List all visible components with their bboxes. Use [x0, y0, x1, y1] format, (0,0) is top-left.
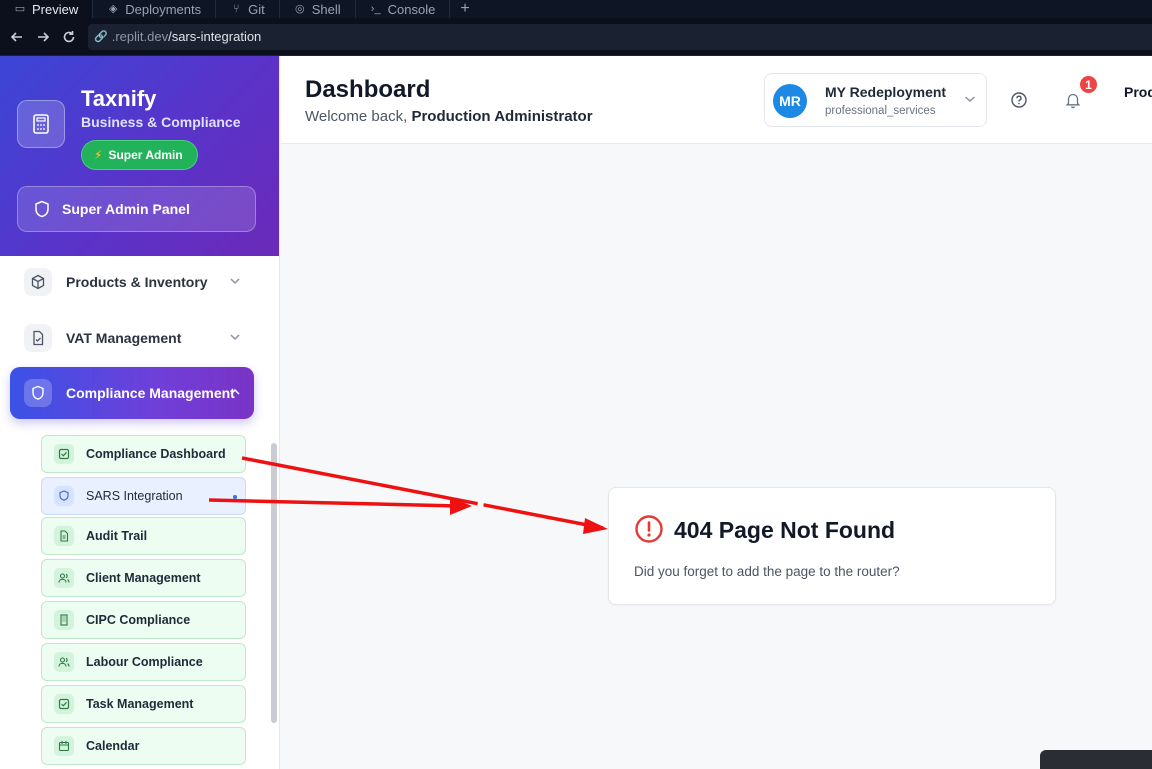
chevron-up-icon — [230, 385, 240, 399]
building-icon — [54, 610, 74, 630]
not-found-message: Did you forget to add the page to the ro… — [634, 564, 900, 579]
subitem-label: Calendar — [86, 739, 140, 753]
corner-widget[interactable] — [1040, 750, 1152, 769]
subitem-label: Task Management — [86, 697, 194, 711]
sidebar-item-label: Products & Inventory — [66, 274, 208, 290]
page-header: Dashboard Welcome back, Production Admin… — [281, 56, 1152, 144]
sidebar-item-label: VAT Management — [66, 330, 182, 346]
file-check-icon — [24, 324, 52, 352]
calculator-icon — [17, 100, 65, 148]
link-icon: 🔗 — [94, 31, 108, 43]
app-viewport: Taxnify Business & Compliance ⚡ Super Ad… — [0, 56, 1152, 769]
tab-console[interactable]: ›_ Console — [356, 0, 451, 18]
tab-label: Shell — [311, 1, 341, 17]
subitem-label: Compliance Dashboard — [86, 447, 226, 461]
url-host: .replit.dev — [111, 29, 169, 44]
tab-label: Git — [248, 1, 265, 17]
welcome-prefix: Welcome back, — [305, 108, 412, 125]
git-icon: ⑂ — [232, 3, 240, 15]
reload-button[interactable] — [56, 24, 82, 50]
console-icon: ›_ — [370, 3, 381, 15]
sidebar-subitem-calendar[interactable]: Calendar — [41, 727, 246, 765]
users-icon — [54, 568, 74, 588]
subitem-label: Client Management — [86, 571, 201, 585]
panel-button-label: Super Admin Panel — [62, 201, 190, 217]
url-path: /sars-integration — [168, 29, 262, 44]
subitem-label: CIPC Compliance — [86, 613, 191, 627]
company-type: professional_services — [825, 105, 936, 117]
sidebar-item-compliance-management[interactable]: Compliance Management — [10, 367, 254, 419]
company-name: MY Redeployment — [825, 84, 947, 100]
shield-icon — [35, 200, 49, 218]
arrow-right-icon — [38, 31, 50, 42]
tab-label: Deployments — [125, 1, 202, 17]
super-admin-badge: ⚡ Super Admin — [81, 140, 198, 170]
chevron-down-icon — [230, 330, 240, 344]
sidebar-subitem-cipc-compliance[interactable]: CIPC Compliance — [41, 601, 246, 639]
not-found-card: 404 Page Not Found Did you forget to add… — [608, 487, 1056, 605]
active-indicator-dot — [233, 495, 237, 499]
welcome-user-name: Production Administrator — [411, 108, 593, 125]
back-button[interactable] — [4, 24, 30, 50]
address-bar: 🔗 .replit.dev/sars-integration — [0, 18, 1152, 56]
package-icon — [24, 268, 52, 296]
subitem-label: SARS Integration — [86, 489, 183, 503]
ide-tab-bar: ▭ Preview ◈ Deployments ⑂ Git ◎ Shell ›_… — [0, 0, 1152, 18]
sidebar-subitem-labour-compliance[interactable]: Labour Compliance — [41, 643, 246, 681]
shell-icon: ◎ — [294, 3, 305, 15]
checkbox-icon — [54, 444, 74, 464]
sidebar-subitem-task-management[interactable]: Task Management — [41, 685, 246, 723]
sidebar-subitem-client-management[interactable]: Client Management — [41, 559, 246, 597]
tab-label: Preview — [32, 1, 79, 17]
url-field[interactable]: 🔗 .replit.dev/sars-integration — [88, 23, 1152, 50]
alert-circle-icon — [635, 515, 663, 543]
sidebar-subitem-compliance-dashboard[interactable]: Compliance Dashboard — [41, 435, 246, 473]
tab-preview[interactable]: ▭ Preview — [0, 0, 94, 18]
document-icon — [54, 526, 74, 546]
arrow-left-icon — [10, 31, 22, 42]
tab-label: Console — [387, 1, 436, 17]
badge-label: Super Admin — [108, 148, 183, 162]
notification-count-badge: 1 — [1078, 74, 1099, 95]
sidebar-subitem-audit-trail[interactable]: Audit Trail — [41, 517, 246, 555]
shield-icon — [24, 379, 52, 407]
tab-shell[interactable]: ◎ Shell — [280, 0, 356, 18]
shield-icon — [54, 486, 74, 506]
user-menu[interactable]: Prod — [1124, 84, 1152, 100]
checkbox-icon — [54, 694, 74, 714]
company-avatar: MR — [773, 84, 807, 118]
bell-icon[interactable] — [1064, 91, 1082, 109]
users-icon — [54, 652, 74, 672]
tab-git[interactable]: ⑂ Git — [216, 0, 280, 18]
super-admin-panel-button[interactable]: Super Admin Panel — [17, 186, 256, 232]
sidebar-scrollbar[interactable] — [271, 443, 277, 723]
chevron-down-icon — [964, 92, 976, 106]
sidebar-item-vat-management[interactable]: VAT Management — [10, 312, 254, 364]
tab-deployments[interactable]: ◈ Deployments — [93, 0, 217, 18]
calendar-icon — [54, 736, 74, 756]
sidebar-subitem-sars-integration[interactable]: SARS Integration — [41, 477, 246, 515]
monitor-icon: ▭ — [14, 3, 26, 15]
sidebar: Taxnify Business & Compliance ⚡ Super Ad… — [0, 56, 280, 769]
not-found-title: 404 Page Not Found — [674, 517, 896, 543]
help-icon[interactable] — [1010, 91, 1028, 109]
add-tab-button[interactable]: + — [450, 0, 479, 18]
subitem-label: Labour Compliance — [86, 655, 203, 669]
reload-icon — [63, 30, 75, 42]
lightning-icon: ⚡ — [94, 148, 103, 162]
company-switcher[interactable]: MR MY Redeployment professional_services — [764, 73, 987, 127]
deploy-icon: ◈ — [109, 3, 118, 15]
page-title: Dashboard — [305, 76, 431, 103]
sidebar-item-label: Compliance Management — [66, 385, 235, 401]
welcome-message: Welcome back, Production Administrator — [305, 108, 593, 125]
forward-button[interactable] — [30, 24, 56, 50]
subitem-label: Audit Trail — [86, 529, 148, 543]
brand-subtitle: Business & Compliance — [81, 114, 241, 130]
chevron-down-icon — [230, 274, 240, 288]
brand-title: Taxnify — [81, 86, 157, 111]
brand-header: Taxnify Business & Compliance ⚡ Super Ad… — [0, 56, 279, 256]
sidebar-item-products-inventory[interactable]: Products & Inventory — [10, 256, 254, 308]
